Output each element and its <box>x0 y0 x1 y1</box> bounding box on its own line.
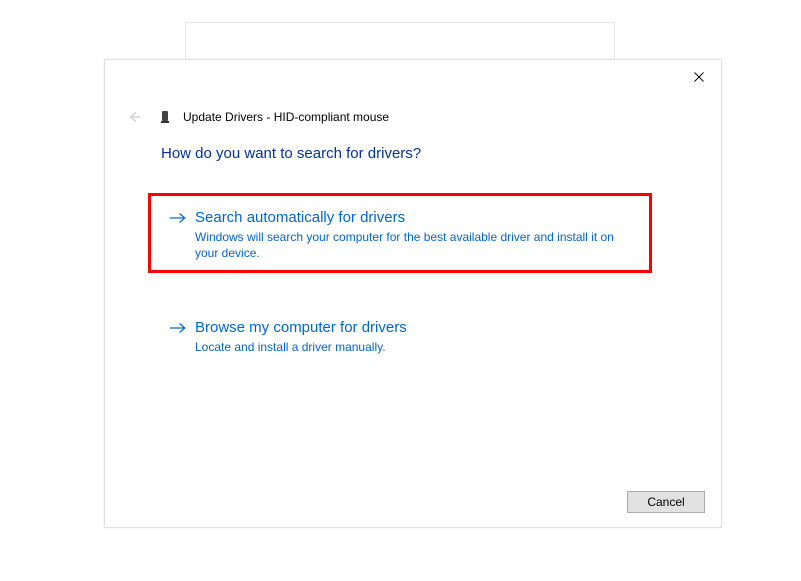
option-description: Windows will search your computer for th… <box>195 229 633 261</box>
arrow-right-icon <box>169 211 187 230</box>
close-icon <box>693 71 705 83</box>
update-drivers-dialog: Update Drivers - HID-compliant mouse How… <box>104 59 722 528</box>
arrow-left-icon <box>126 109 142 125</box>
option-browse-computer[interactable]: Browse my computer for drivers Locate an… <box>161 310 647 365</box>
close-button[interactable] <box>689 70 709 90</box>
dialog-heading: How do you want to search for drivers? <box>161 145 421 162</box>
parent-window-edge <box>185 22 615 62</box>
option-search-automatically[interactable]: Search automatically for drivers Windows… <box>161 200 647 271</box>
arrow-right-icon <box>169 321 187 340</box>
dialog-footer: Cancel <box>627 491 705 513</box>
dialog-header: Update Drivers - HID-compliant mouse <box>123 106 389 128</box>
option-description: Locate and install a driver manually. <box>195 339 633 355</box>
option-title: Search automatically for drivers <box>195 208 633 228</box>
option-title: Browse my computer for drivers <box>195 318 633 338</box>
back-button <box>123 106 145 128</box>
cancel-button[interactable]: Cancel <box>627 491 705 513</box>
device-icon <box>159 110 171 124</box>
dialog-title: Update Drivers - HID-compliant mouse <box>183 110 389 124</box>
